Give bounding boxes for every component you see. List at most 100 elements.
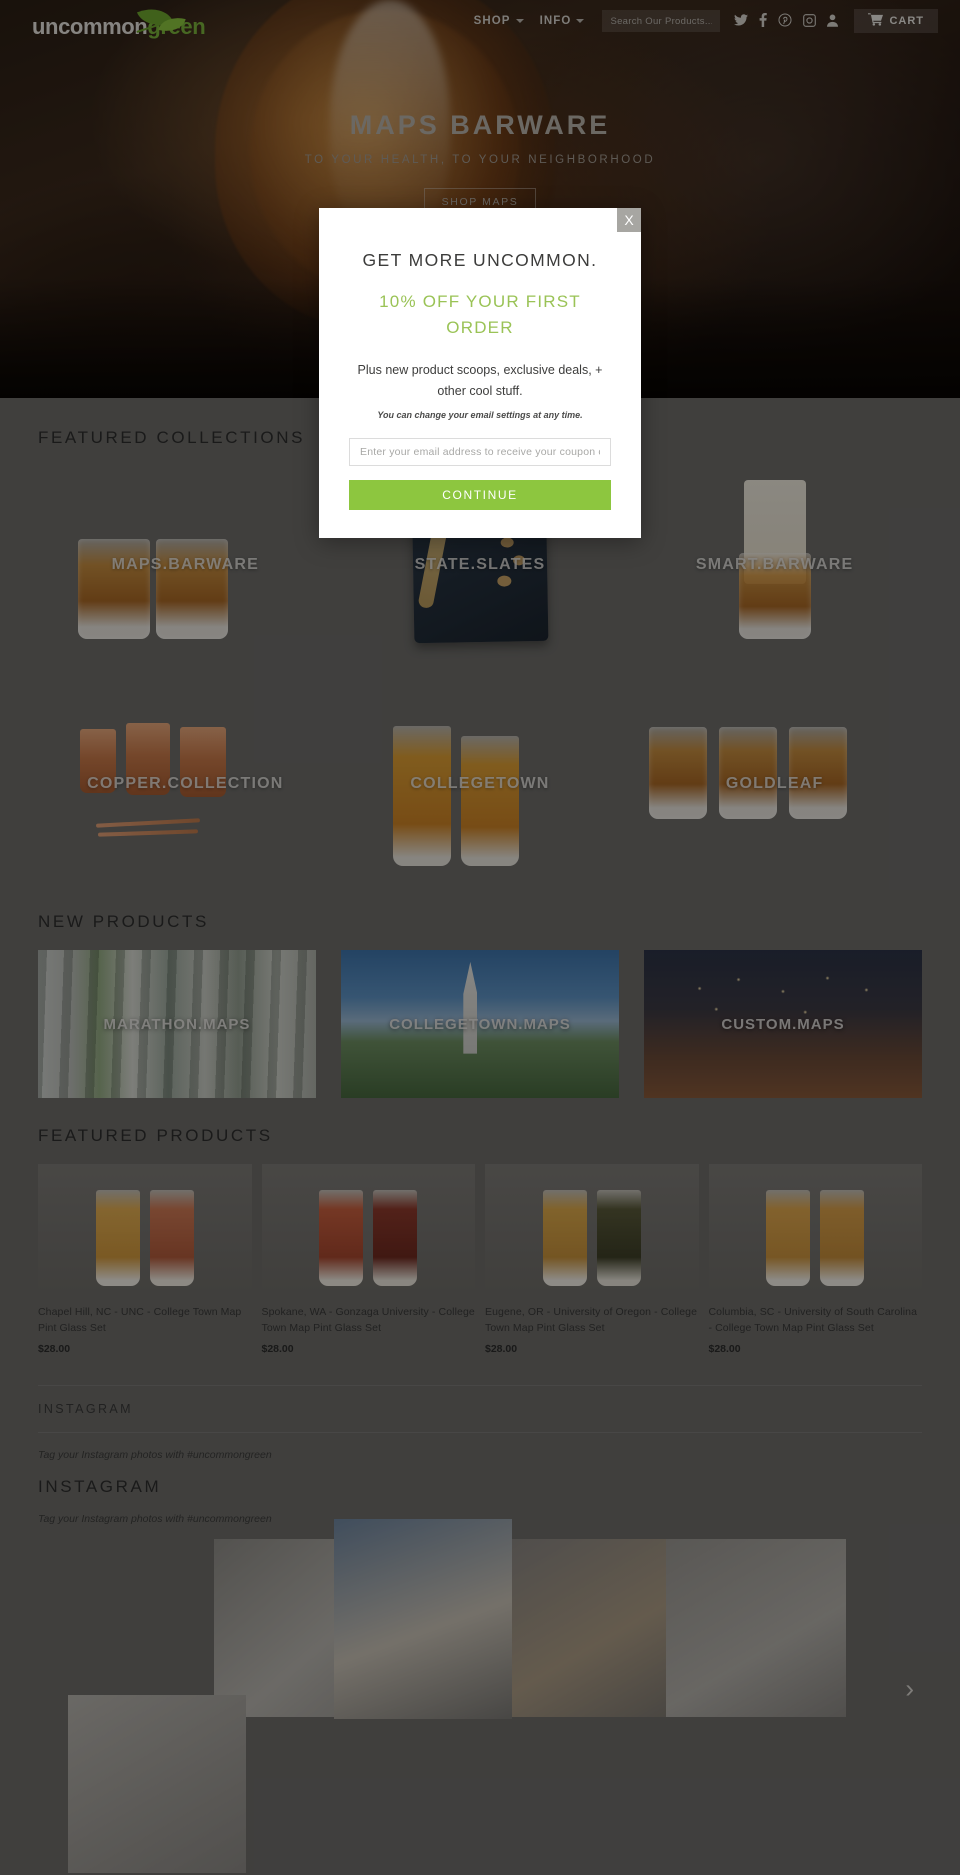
tumbler-art bbox=[719, 727, 778, 819]
collection-card-collegetown[interactable]: COLLEGETOWN bbox=[333, 681, 628, 886]
pinterest-icon[interactable] bbox=[778, 13, 792, 29]
social-links bbox=[734, 13, 839, 29]
divider bbox=[38, 1384, 922, 1386]
nut-art bbox=[500, 537, 514, 548]
product-title: Spokane, WA - Gonzaga University - Colle… bbox=[261, 1306, 475, 1335]
search-input[interactable] bbox=[602, 10, 721, 32]
pint-glass-art bbox=[820, 1190, 865, 1286]
instagram-icon[interactable] bbox=[803, 13, 817, 29]
product-image bbox=[38, 1164, 252, 1292]
hero-title: MAPS BARWARE bbox=[349, 110, 611, 140]
carousel-next-arrow[interactable]: › bbox=[905, 1673, 914, 1704]
pint-glass-art bbox=[392, 726, 451, 866]
nav-item-shop[interactable]: SHOP bbox=[466, 9, 532, 33]
instagram-tile[interactable] bbox=[512, 1538, 690, 1717]
email-input[interactable] bbox=[349, 438, 611, 467]
nut-art bbox=[497, 575, 512, 587]
nav-item-shop-label: SHOP bbox=[473, 15, 511, 27]
product-image bbox=[485, 1164, 699, 1292]
product-image bbox=[261, 1164, 475, 1292]
cart-label: CART bbox=[889, 15, 924, 27]
collection-label: MAPS.BARWARE bbox=[111, 555, 260, 573]
page-root: uncommongreen SHOP INFO bbox=[0, 0, 960, 1875]
product-image bbox=[708, 1164, 922, 1292]
modal-body-text: Plus new product scoops, exclusive deals… bbox=[357, 363, 603, 398]
pint-glass-art bbox=[766, 1190, 811, 1286]
product-title: Columbia, SC - University of South Carol… bbox=[708, 1306, 918, 1335]
new-product-label: CUSTOM.MAPS bbox=[721, 1015, 845, 1033]
instagram-title-small: INSTAGRAM bbox=[38, 1401, 133, 1416]
collection-card-maps-barware[interactable]: MAPS.BARWARE bbox=[38, 462, 333, 667]
chevron-down-icon bbox=[515, 19, 524, 23]
instagram-carousel: › bbox=[38, 1518, 922, 1873]
product-price: $28.00 bbox=[485, 1342, 518, 1355]
nav-item-info-label: INFO bbox=[539, 15, 572, 27]
continue-button[interactable]: CONTINUE bbox=[349, 480, 611, 511]
pint-glass-art bbox=[95, 1190, 140, 1286]
instagram-tile[interactable] bbox=[334, 1518, 512, 1719]
collection-label: COLLEGETOWN bbox=[410, 774, 550, 792]
new-product-card-custom-maps[interactable]: CUSTOM.MAPS bbox=[644, 950, 922, 1098]
nav-item-info[interactable]: INFO bbox=[532, 9, 593, 33]
new-products-section: NEW PRODUCTS MARATHON.MAPS COLLEGETOWN.M… bbox=[0, 886, 960, 1098]
hero-subtitle: TO YOUR HEALTH, TO YOUR NEIGHBORHOOD bbox=[304, 154, 656, 166]
instagram-tagline-small: Tag your Instagram photos with #uncommon… bbox=[38, 1448, 272, 1461]
featured-products-section: FEATURED PRODUCTS Chapel Hill, NC - UNC … bbox=[0, 1098, 960, 1355]
instagram-section: INSTAGRAM Tag your Instagram photos with… bbox=[0, 1355, 960, 1873]
chevron-down-icon bbox=[576, 19, 585, 23]
close-icon[interactable]: X bbox=[617, 208, 641, 232]
main-nav: SHOP INFO Search Our Products... CART bbox=[466, 9, 960, 33]
collection-label: SMART.BARWARE bbox=[695, 555, 854, 573]
product-price: $28.00 bbox=[261, 1342, 294, 1355]
tumbler-art bbox=[156, 539, 228, 639]
copper-straw-art bbox=[97, 829, 199, 837]
email-signup-modal: X GET MORE UNCOMMON. 10% OFF YOUR FIRST … bbox=[319, 208, 641, 539]
divider bbox=[38, 1431, 922, 1433]
new-product-card-collegetown-maps[interactable]: COLLEGETOWN.MAPS bbox=[341, 950, 619, 1098]
instagram-tile[interactable] bbox=[68, 1694, 246, 1873]
instagram-tile[interactable] bbox=[666, 1538, 846, 1717]
pint-glass-art bbox=[373, 1190, 418, 1286]
collections-grid-row-2: COPPER.COLLECTION COLLEGETOWN GOLDLEAF bbox=[38, 681, 922, 886]
copper-straw-art bbox=[95, 818, 201, 828]
modal-heading: GET MORE UNCOMMON. bbox=[362, 250, 598, 270]
new-products-title: NEW PRODUCTS bbox=[38, 912, 209, 931]
featured-products-grid: Chapel Hill, NC - UNC - College Town Map… bbox=[38, 1164, 922, 1355]
collection-label: GOLDLEAF bbox=[725, 774, 824, 792]
hero-copy: MAPS BARWARE TO YOUR HEALTH, TO YOUR NEI… bbox=[0, 110, 960, 215]
collection-card-goldleaf[interactable]: GOLDLEAF bbox=[627, 681, 922, 886]
tumbler-art bbox=[78, 539, 150, 639]
collection-label: STATE.SLATES bbox=[414, 555, 546, 573]
cart-button[interactable]: CART bbox=[854, 9, 938, 33]
site-logo[interactable]: uncommongreen bbox=[32, 1, 206, 44]
new-product-label: MARATHON.MAPS bbox=[103, 1015, 251, 1033]
pint-glass-art bbox=[596, 1190, 641, 1286]
collection-card-smart-barware[interactable]: SMART.BARWARE bbox=[627, 462, 922, 667]
new-products-grid: MARATHON.MAPS COLLEGETOWN.MAPS CUSTOM.MA… bbox=[38, 950, 922, 1098]
modal-offer: 10% OFF YOUR FIRST ORDER bbox=[379, 292, 581, 337]
modal-fineprint: You can change your email settings at an… bbox=[377, 410, 583, 421]
product-card[interactable]: Eugene, OR - University of Oregon - Coll… bbox=[485, 1164, 699, 1355]
modal-panel: GET MORE UNCOMMON. 10% OFF YOUR FIRST OR… bbox=[319, 208, 641, 539]
pint-glass-art bbox=[542, 1190, 587, 1286]
facebook-icon[interactable] bbox=[759, 13, 768, 29]
product-title: Eugene, OR - University of Oregon - Coll… bbox=[485, 1306, 698, 1335]
site-header: uncommongreen SHOP INFO bbox=[0, 0, 960, 50]
product-title: Chapel Hill, NC - UNC - College Town Map… bbox=[38, 1306, 242, 1335]
tumbler-art bbox=[649, 727, 708, 819]
pint-glass-art bbox=[460, 736, 519, 866]
product-card[interactable]: Columbia, SC - University of South Carol… bbox=[708, 1164, 922, 1355]
product-card[interactable]: Spokane, WA - Gonzaga University - Colle… bbox=[261, 1164, 475, 1355]
product-card[interactable]: Chapel Hill, NC - UNC - College Town Map… bbox=[38, 1164, 252, 1355]
account-icon[interactable] bbox=[827, 14, 839, 29]
pint-glass-art bbox=[149, 1190, 194, 1286]
new-product-card-marathon-maps[interactable]: MARATHON.MAPS bbox=[38, 950, 316, 1098]
product-price: $28.00 bbox=[708, 1342, 741, 1355]
instagram-title-large: INSTAGRAM bbox=[38, 1476, 162, 1496]
logo-text-primary: uncommon bbox=[32, 14, 148, 39]
collection-card-copper-collection[interactable]: COPPER.COLLECTION bbox=[38, 681, 333, 886]
twitter-icon[interactable] bbox=[734, 14, 749, 28]
tumbler-art bbox=[789, 727, 848, 819]
featured-products-title: FEATURED PRODUCTS bbox=[38, 1126, 273, 1145]
collection-label: COPPER.COLLECTION bbox=[87, 774, 284, 792]
